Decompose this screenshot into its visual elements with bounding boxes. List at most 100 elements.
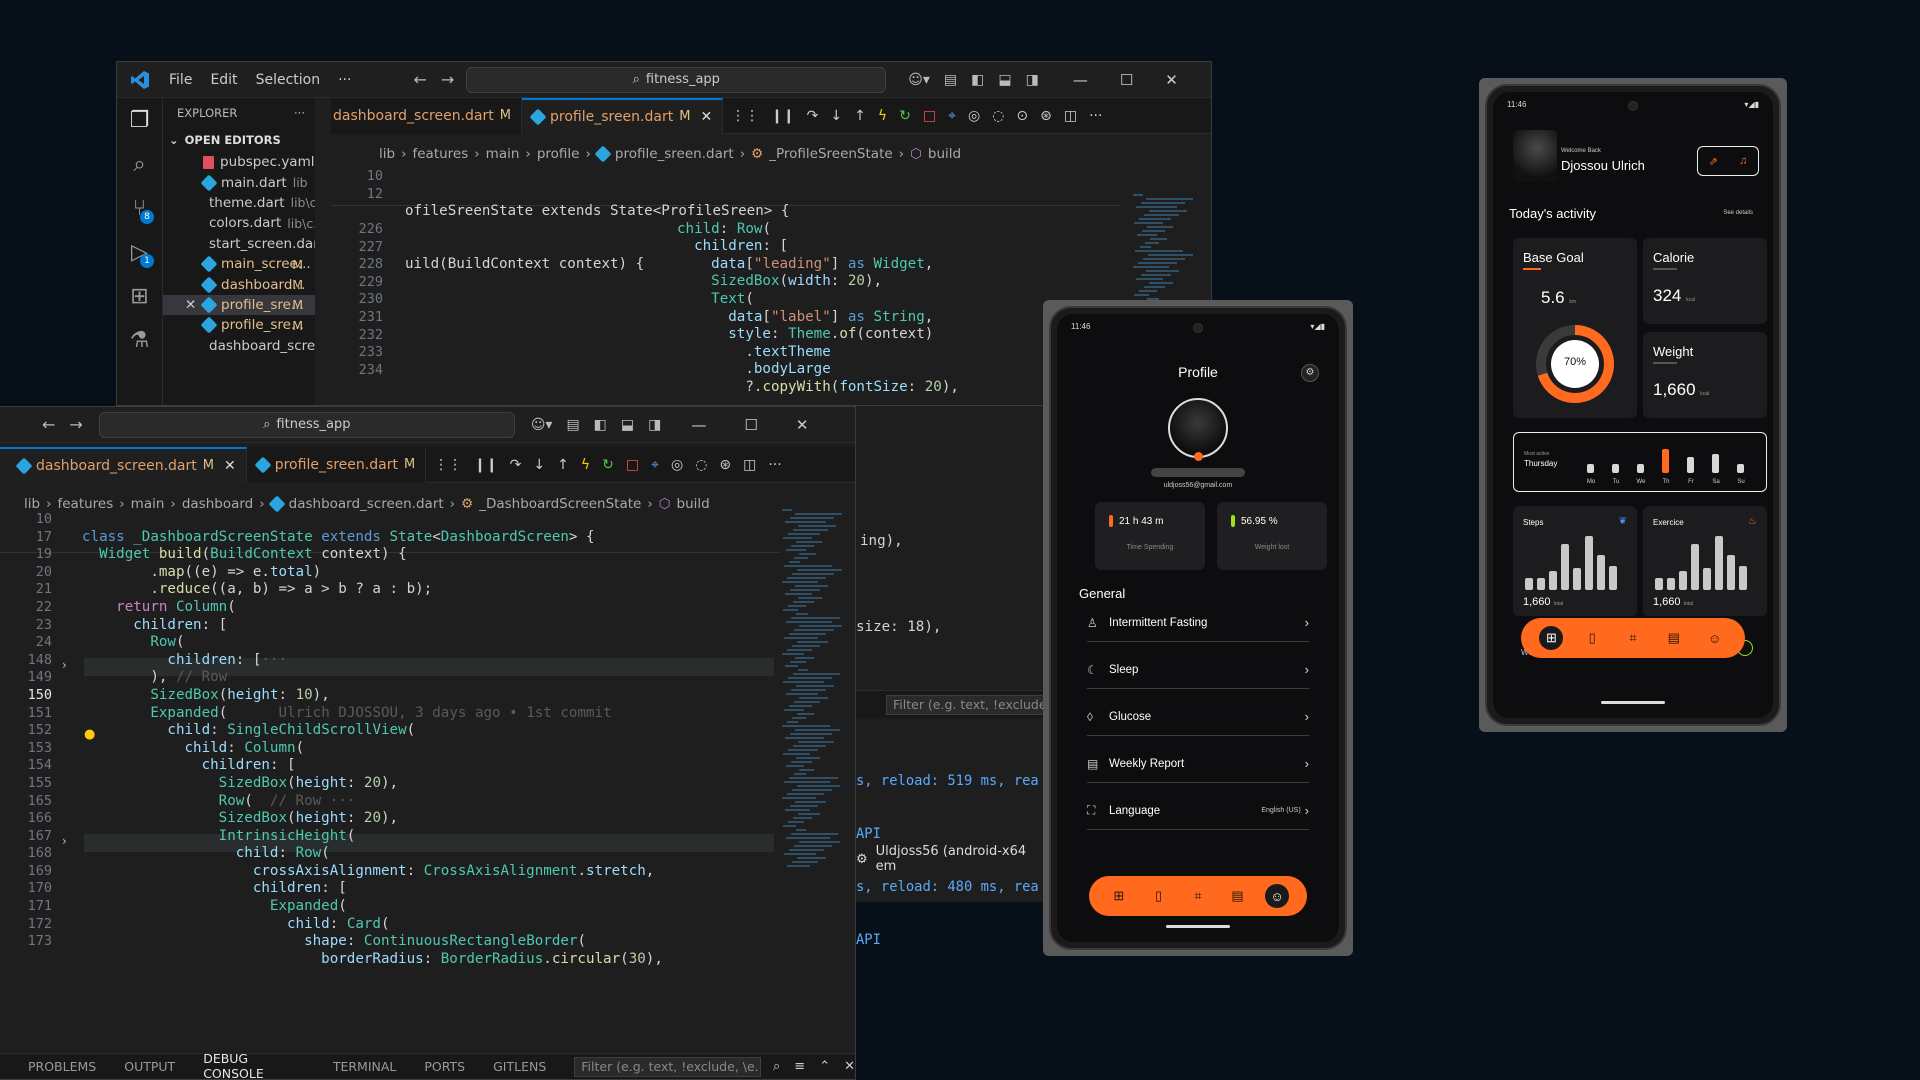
- close-editor-icon[interactable]: ✕: [185, 297, 196, 313]
- settings-gear-icon[interactable]: ⚙: [1301, 364, 1319, 382]
- panel-tab-ports[interactable]: PORTS: [424, 1059, 465, 1074]
- step-into-icon[interactable]: ↓: [830, 108, 842, 124]
- list-item-intermittent-fasting[interactable]: ♙ Intermittent Fasting ›: [1087, 604, 1309, 642]
- nav-dashboard-icon[interactable]: ⊞: [1539, 626, 1564, 650]
- search-icon[interactable]: ⌕: [117, 142, 162, 186]
- copilot-icon[interactable]: ☺▾: [908, 72, 930, 88]
- console-filter-input[interactable]: Filter (e.g. text, !exclude, \e...: [574, 1056, 761, 1077]
- open-editor-item[interactable]: pubspec.yaml: [163, 152, 315, 172]
- nav-dashboard-icon[interactable]: ⊞: [1107, 884, 1131, 908]
- layout-customize-icon[interactable]: ▤: [944, 72, 957, 88]
- panel-tab-gitlens[interactable]: GITLENS: [493, 1059, 546, 1074]
- maximize-icon[interactable]: ☐: [1120, 71, 1133, 89]
- tab-profile-sreen[interactable]: profile_sreen.dart M ✕: [521, 97, 724, 134]
- breadcrumb-item[interactable]: dashboard_screen.dart: [289, 496, 444, 512]
- panel-tab-problems[interactable]: PROBLEMS: [28, 1059, 96, 1074]
- forward-arrow-icon[interactable]: →: [441, 70, 454, 89]
- split-editor-icon[interactable]: ◫: [1064, 108, 1077, 124]
- menu-edit[interactable]: Edit: [210, 72, 237, 88]
- notification-bell-icon[interactable]: ♫: [1739, 155, 1747, 167]
- exercise-card[interactable]: Exercice ♨ 1,660 total: [1643, 506, 1767, 616]
- hot-reload-icon[interactable]: ϟ: [878, 108, 887, 124]
- devtools-icon[interactable]: ⊛: [1040, 108, 1052, 124]
- maximize-icon[interactable]: ☐: [744, 416, 757, 434]
- open-editor-item[interactable]: theme.dart lib\c...: [163, 193, 315, 213]
- breadcrumb-item[interactable]: build: [928, 146, 961, 162]
- share-icon[interactable]: ⇗: [1709, 155, 1718, 168]
- fold-chevron-icon[interactable]: ›: [62, 834, 67, 848]
- clear-console-icon[interactable]: ≡: [794, 1059, 805, 1074]
- run-debug-icon[interactable]: ▷ 1: [117, 230, 162, 274]
- more-actions-icon[interactable]: ···: [768, 457, 781, 473]
- inspect-widget-icon[interactable]: ⌖: [651, 457, 659, 473]
- command-center-search[interactable]: ⌕ fitness_app: [466, 66, 887, 93]
- base-goal-card[interactable]: Base Goal 5.6 km 70%: [1513, 238, 1637, 418]
- open-editor-item[interactable]: profile_sre... M: [163, 315, 315, 335]
- open-editor-item[interactable]: colors.dart lib\c...: [163, 213, 315, 233]
- pause-icon[interactable]: ❙❙: [474, 457, 497, 473]
- step-over-icon[interactable]: ↷: [510, 457, 522, 473]
- nav-profile-icon[interactable]: ☺: [1265, 884, 1290, 908]
- nav-notes-icon[interactable]: ▤: [1226, 884, 1250, 908]
- open-editor-item[interactable]: start_screen.dart...: [163, 234, 315, 254]
- split-editor-icon[interactable]: ◫: [743, 457, 756, 473]
- nav-notes-icon[interactable]: ▤: [1662, 626, 1686, 650]
- breadcrumb-item[interactable]: profile: [537, 146, 580, 162]
- restart-icon[interactable]: ↻: [602, 457, 614, 473]
- step-out-icon[interactable]: ↑: [557, 457, 569, 473]
- step-out-icon[interactable]: ↑: [854, 108, 866, 124]
- flutter-outline-icon[interactable]: ◎: [968, 108, 980, 124]
- open-editor-item[interactable]: main_scree... M: [163, 254, 315, 274]
- nav-document-icon[interactable]: ▯: [1146, 884, 1170, 908]
- fold-chevron-icon[interactable]: ›: [62, 658, 67, 672]
- breadcrumb-item[interactable]: dashboard: [182, 496, 253, 512]
- back-arrow-icon[interactable]: ←: [42, 415, 55, 434]
- toggle-sidebar-icon[interactable]: ◧: [971, 72, 984, 88]
- command-center-search[interactable]: ⌕ fitness_app: [98, 411, 515, 438]
- breadcrumb-item[interactable]: main: [131, 496, 165, 512]
- source-control-icon[interactable]: ⑂ 8: [117, 186, 162, 230]
- toggle-panel-icon[interactable]: ⬓: [621, 417, 634, 433]
- menu-selection[interactable]: Selection: [256, 72, 321, 88]
- close-icon[interactable]: ✕: [796, 416, 809, 434]
- breadcrumb-item[interactable]: features: [57, 496, 113, 512]
- forward-arrow-icon[interactable]: →: [69, 415, 82, 434]
- stop-icon[interactable]: □: [626, 457, 639, 473]
- back-arrow-icon[interactable]: ←: [413, 70, 426, 89]
- menu-file[interactable]: File: [169, 72, 192, 88]
- step-into-icon[interactable]: ↓: [533, 457, 545, 473]
- minimap[interactable]: [782, 507, 842, 947]
- breadcrumb-item[interactable]: features: [412, 146, 468, 162]
- copilot-icon[interactable]: ☺▾: [531, 417, 553, 433]
- devtools-icon[interactable]: ⊛: [719, 457, 731, 473]
- list-item-sleep[interactable]: ☾ Sleep ›: [1087, 651, 1309, 689]
- panel-tab-terminal[interactable]: TERMINAL: [333, 1059, 397, 1074]
- open-editor-item[interactable]: main.dart lib: [163, 172, 315, 192]
- widget-select-icon[interactable]: ◌: [992, 108, 1004, 124]
- list-item-glucose[interactable]: ◊ Glucose ›: [1087, 698, 1309, 736]
- drag-handle-icon[interactable]: ⋮⋮: [731, 108, 759, 124]
- hot-reload-icon[interactable]: ϟ: [581, 457, 590, 473]
- flutter-outline-icon[interactable]: ◎: [671, 457, 683, 473]
- tab-close-icon[interactable]: ✕: [224, 458, 236, 474]
- search-icon[interactable]: ⌕: [773, 1059, 780, 1074]
- breadcrumb-item[interactable]: lib: [24, 496, 40, 512]
- nav-document-icon[interactable]: ▯: [1580, 626, 1604, 650]
- pause-icon[interactable]: ❙❙: [771, 108, 794, 124]
- toggle-panel-icon[interactable]: ⬓: [998, 72, 1011, 88]
- inspect-widget-icon[interactable]: ⌖: [948, 108, 956, 124]
- nav-scan-icon[interactable]: ⌗: [1621, 626, 1645, 650]
- tab-dashboard-screen[interactable]: dashboard_screen.dart M: [331, 97, 522, 134]
- stop-icon[interactable]: □: [923, 108, 936, 124]
- weight-card[interactable]: Weight 1,660 kcal: [1643, 332, 1767, 418]
- most-active-card[interactable]: Most active Thursday Mo Tu We Th Fr Sa Su: [1513, 432, 1767, 492]
- minimize-icon[interactable]: —: [1073, 71, 1088, 89]
- time-spending-card[interactable]: 21 h 43 m Time Spending: [1095, 502, 1205, 570]
- open-editor-item[interactable]: dashboard_scre...: [163, 336, 315, 356]
- drag-handle-icon[interactable]: ⋮⋮: [434, 457, 462, 473]
- breadcrumb-item[interactable]: profile_sreen.dart: [615, 146, 734, 162]
- tab-close-icon[interactable]: ✕: [700, 109, 712, 125]
- toggle-sidebar-icon[interactable]: ◧: [594, 417, 607, 433]
- open-editor-item[interactable]: ✕ profile_sre... M: [163, 294, 315, 316]
- explorer-icon[interactable]: ❐: [117, 98, 162, 142]
